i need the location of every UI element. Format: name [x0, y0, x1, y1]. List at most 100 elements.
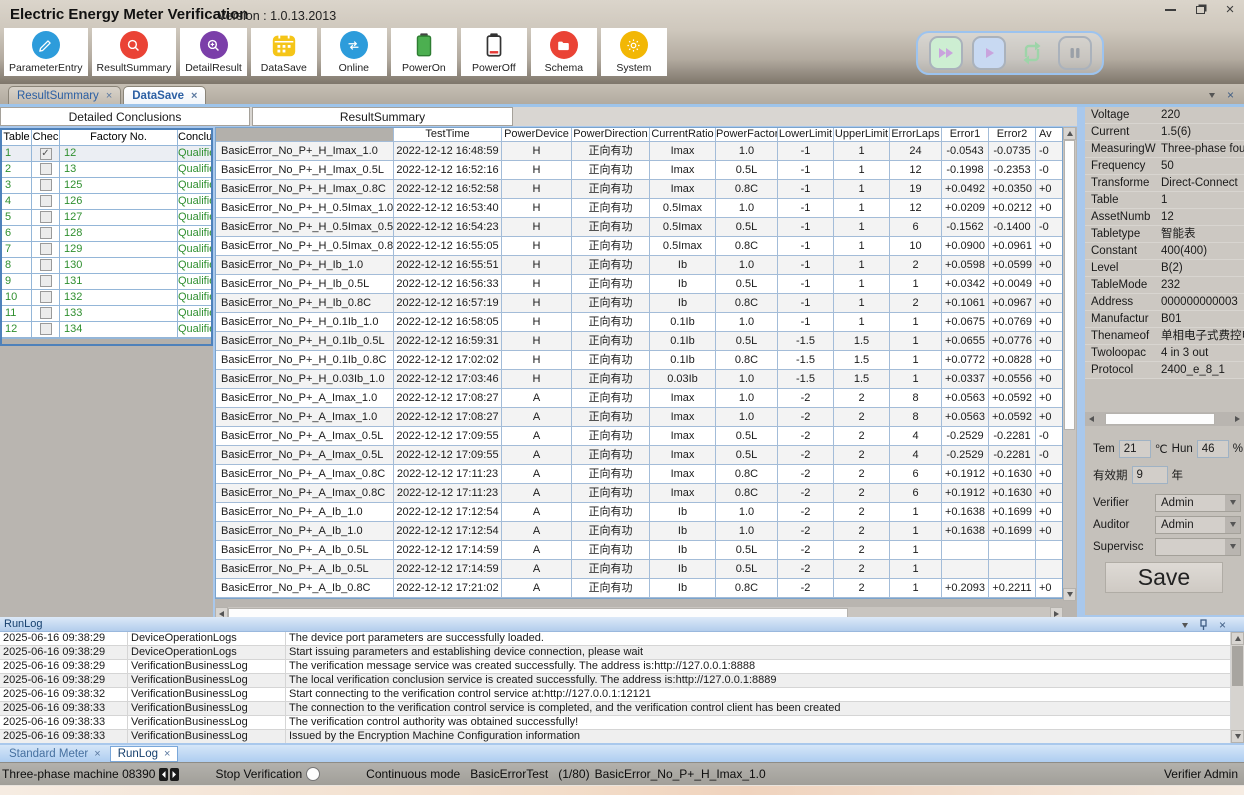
column-header[interactable]: PowerDevice [502, 128, 572, 142]
scrollbar-thumb[interactable] [1105, 413, 1215, 425]
detail-result-button[interactable]: DetailResult [180, 28, 247, 76]
temperature-input[interactable]: 21 [1119, 440, 1151, 458]
supervisor-dropdown[interactable] [1155, 538, 1241, 556]
row-checkbox[interactable] [40, 307, 52, 319]
chevron-down-icon[interactable] [1209, 93, 1215, 98]
column-header[interactable]: TestTime [394, 128, 502, 142]
result-row[interactable]: BasicError_No_P+_H_0.5Imax_0.5L2022-12-1… [216, 218, 1062, 237]
scrollbar-thumb[interactable] [1064, 140, 1075, 430]
result-row[interactable]: BasicError_No_P+_A_Imax_1.02022-12-12 17… [216, 389, 1062, 408]
verifier-dropdown[interactable]: Admin [1155, 494, 1241, 512]
column-header[interactable]: Table [2, 130, 32, 146]
row-checkbox[interactable] [40, 195, 52, 207]
scroll-down-arrow[interactable] [1063, 588, 1076, 601]
restore-icon[interactable] [1192, 4, 1208, 16]
result-row[interactable]: BasicError_No_P+_A_Imax_0.5L2022-12-12 1… [216, 427, 1062, 446]
scroll-left-arrow[interactable] [1085, 412, 1098, 426]
scroll-right-arrow[interactable] [1231, 412, 1244, 426]
close-icon[interactable]: × [1219, 618, 1226, 632]
result-row[interactable]: BasicError_No_P+_A_Ib_0.5L2022-12-12 17:… [216, 560, 1062, 579]
power-on-button[interactable]: PowerOn [391, 28, 457, 76]
chevron-down-icon[interactable] [1225, 517, 1240, 533]
result-row[interactable]: BasicError_No_P+_H_0.5Imax_0.8C2022-12-1… [216, 237, 1062, 256]
column-header[interactable]: Factory No. [60, 130, 178, 146]
result-row[interactable]: BasicError_No_P+_A_Ib_1.02022-12-12 17:1… [216, 503, 1062, 522]
save-button[interactable]: Save [1105, 562, 1223, 593]
tab-standard-meter[interactable]: Standard Meter × [2, 746, 108, 762]
column-header[interactable]: Conclus [178, 130, 211, 146]
detailed-conclusions-header[interactable]: Detailed Conclusions [0, 107, 250, 126]
tab-result-summary[interactable]: ResultSummary × [8, 86, 121, 104]
column-header[interactable]: PowerFactor [716, 128, 778, 142]
result-row[interactable]: BasicError_No_P+_A_Imax_0.5L2022-12-12 1… [216, 446, 1062, 465]
row-checkbox[interactable] [40, 291, 52, 303]
row-checkbox[interactable] [40, 211, 52, 223]
loop-button[interactable] [1015, 36, 1049, 70]
scrollbar-thumb[interactable] [1232, 646, 1243, 686]
result-summary-header[interactable]: ResultSummary [252, 107, 513, 126]
column-header[interactable]: Error2 [989, 128, 1036, 142]
row-checkbox[interactable]: ✓ [40, 148, 52, 160]
runlog-scrollbar[interactable] [1231, 632, 1244, 743]
conclusion-row[interactable]: 1✓12Qualifie [2, 146, 211, 162]
row-checkbox[interactable] [40, 227, 52, 239]
parameter-entry-button[interactable]: ParameterEntry [4, 28, 88, 76]
data-save-button[interactable]: DataSave [251, 28, 317, 76]
result-row[interactable]: BasicError_No_P+_H_Ib_1.02022-12-12 16:5… [216, 256, 1062, 275]
result-row[interactable]: BasicError_No_P+_A_Imax_0.8C2022-12-12 1… [216, 484, 1062, 503]
column-header[interactable]: LowerLimit [778, 128, 834, 142]
pin-icon[interactable] [1199, 619, 1208, 631]
row-checkbox[interactable] [40, 259, 52, 271]
scroll-up-arrow[interactable] [1063, 127, 1076, 140]
result-row[interactable]: BasicError_No_P+_H_0.1Ib_0.8C2022-12-12 … [216, 351, 1062, 370]
result-row[interactable]: BasicError_No_P+_H_0.03Ib_1.02022-12-12 … [216, 370, 1062, 389]
column-header[interactable]: UpperLimit [834, 128, 890, 142]
close-icon[interactable]: × [94, 748, 100, 760]
conclusion-row[interactable]: 5127Qualifie [2, 210, 211, 226]
row-checkbox[interactable] [40, 179, 52, 191]
auditor-dropdown[interactable]: Admin [1155, 516, 1241, 534]
schema-button[interactable]: Schema [531, 28, 597, 76]
result-row[interactable]: BasicError_No_P+_H_Ib_0.8C2022-12-12 16:… [216, 294, 1062, 313]
result-row[interactable]: BasicError_No_P+_H_Imax_0.5L2022-12-12 1… [216, 161, 1062, 180]
tab-runlog[interactable]: RunLog × [110, 746, 179, 762]
conclusion-row[interactable]: 9131Qualifie [2, 274, 211, 290]
scroll-down-arrow[interactable] [1231, 730, 1244, 743]
conclusion-row[interactable]: 213Qualifie [2, 162, 211, 178]
close-icon[interactable]: × [164, 748, 170, 760]
system-button[interactable]: System [601, 28, 667, 76]
conclusion-row[interactable]: 4126Qualifie [2, 194, 211, 210]
conclusion-row[interactable]: 12134Qualifie [2, 322, 211, 338]
conclusion-row[interactable]: 7129Qualifie [2, 242, 211, 258]
conclusion-row[interactable]: 3125Qualifie [2, 178, 211, 194]
row-checkbox[interactable] [40, 275, 52, 287]
chevron-down-icon[interactable] [1225, 495, 1240, 511]
row-checkbox[interactable] [40, 243, 52, 255]
row-checkbox[interactable] [40, 323, 52, 335]
column-header[interactable]: Chec [32, 130, 60, 146]
result-row[interactable]: BasicError_No_P+_A_Ib_0.8C2022-12-12 17:… [216, 579, 1062, 598]
chevron-down-icon[interactable] [1225, 539, 1240, 555]
result-row[interactable]: BasicError_No_P+_H_Ib_0.5L2022-12-12 16:… [216, 275, 1062, 294]
result-row[interactable]: BasicError_No_P+_H_Imax_1.02022-12-12 16… [216, 142, 1062, 161]
close-icon[interactable]: × [1227, 88, 1234, 102]
chevron-down-icon[interactable] [1182, 623, 1188, 628]
close-icon[interactable]: × [1222, 4, 1238, 16]
minimize-icon[interactable] [1162, 4, 1178, 16]
column-header[interactable]: PowerDirection [572, 128, 650, 142]
online-button[interactable]: Online [321, 28, 387, 76]
result-row[interactable]: BasicError_No_P+_A_Imax_1.02022-12-12 17… [216, 408, 1062, 427]
conclusion-row[interactable]: 6128Qualifie [2, 226, 211, 242]
conclusion-row[interactable]: 8130Qualifie [2, 258, 211, 274]
scroll-up-arrow[interactable] [1231, 632, 1244, 645]
result-row[interactable]: BasicError_No_P+_H_0.5Imax_1.02022-12-12… [216, 199, 1062, 218]
stop-verification-radio[interactable] [306, 767, 320, 781]
validity-input[interactable]: 9 [1132, 466, 1168, 484]
result-row[interactable]: BasicError_No_P+_A_Ib_0.5L2022-12-12 17:… [216, 541, 1062, 560]
result-row[interactable]: BasicError_No_P+_A_Ib_1.02022-12-12 17:1… [216, 522, 1062, 541]
result-row[interactable]: BasicError_No_P+_H_0.1Ib_1.02022-12-12 1… [216, 313, 1062, 332]
result-summary-button[interactable]: ResultSummary [92, 28, 177, 76]
humidity-input[interactable]: 46 [1197, 440, 1229, 458]
conclusion-row[interactable]: 11133Qualifie [2, 306, 211, 322]
close-icon[interactable]: × [191, 90, 197, 102]
